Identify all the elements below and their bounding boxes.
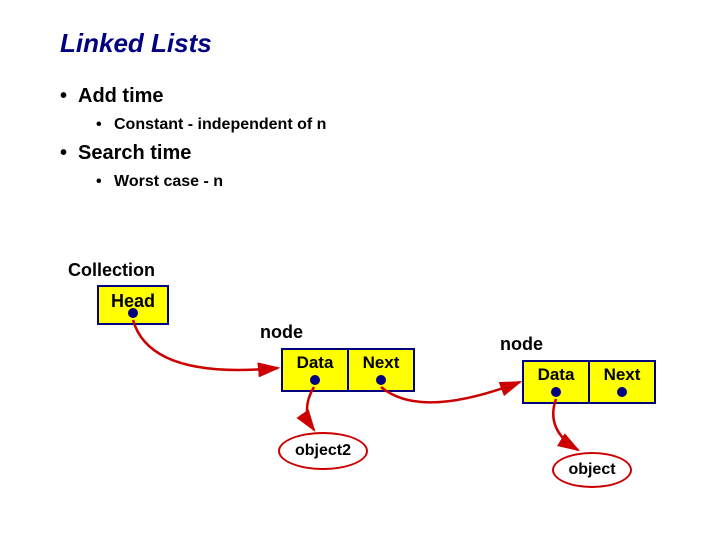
next-cell: Next [347, 348, 415, 392]
bullet-l2: •Constant - independent of n [96, 116, 326, 134]
head-box: Head [97, 285, 169, 325]
bullet-text: Search time [78, 142, 191, 164]
bullet-text: Add time [78, 85, 164, 107]
bullet-list: •Add time •Constant - independent of n •… [60, 85, 326, 199]
bullet-l1: •Search time [60, 142, 326, 165]
pointer-dot-icon [128, 308, 138, 318]
data-text: Data [538, 365, 575, 384]
pointer-dot-icon [551, 387, 561, 397]
pointer-dot-icon [376, 375, 386, 385]
object-ellipse: object [552, 452, 632, 488]
object2-ellipse: object2 [278, 432, 368, 470]
node2-box: Data Next [522, 360, 656, 404]
arrow-head-to-node1 [133, 320, 278, 370]
next-text: Next [604, 365, 641, 384]
object-text: object [568, 461, 615, 479]
data-cell: Data [522, 360, 590, 404]
data-cell: Data [281, 348, 349, 392]
bullet-text: Worst case - n [114, 173, 223, 190]
next-cell: Next [588, 360, 656, 404]
bullet-l1: •Add time [60, 85, 326, 108]
node2-label: node [500, 334, 543, 355]
pointer-dot-icon [310, 375, 320, 385]
data-text: Data [297, 353, 334, 372]
node1-label: node [260, 322, 303, 343]
bullet-text: Constant - independent of n [114, 116, 326, 133]
slide-title: Linked Lists [60, 28, 212, 59]
next-text: Next [363, 353, 400, 372]
object2-text: object2 [295, 442, 351, 460]
arrow-data2-to-object [553, 399, 578, 450]
bullet-l2: •Worst case - n [96, 173, 326, 191]
arrow-data1-to-object2 [307, 387, 314, 430]
node1-box: Data Next [281, 348, 415, 392]
pointer-dot-icon [617, 387, 627, 397]
collection-label: Collection [68, 260, 155, 281]
